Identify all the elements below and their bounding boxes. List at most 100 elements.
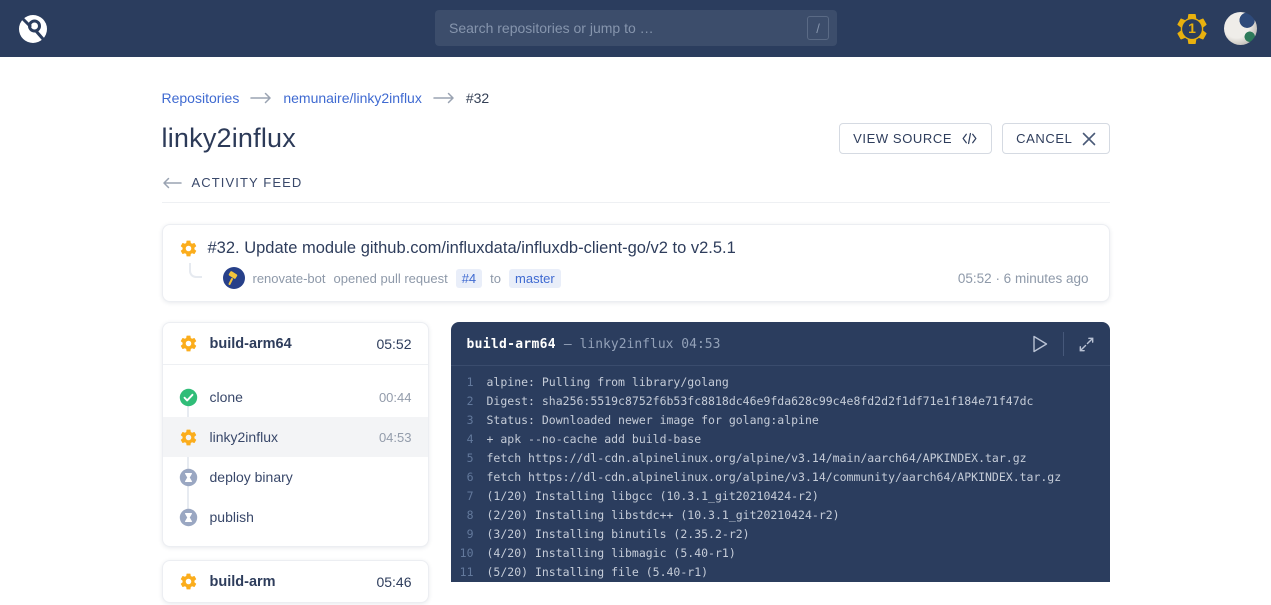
step-time: 04:53	[379, 430, 412, 445]
console-line-number: 6	[451, 468, 487, 487]
console-line: 1 alpine: Pulling from library/golang	[451, 373, 1110, 392]
page-title: linky2influx	[162, 123, 296, 154]
view-source-label: VIEW SOURCE	[853, 131, 952, 146]
activity-timestamp: 05:52 · 6 minutes ago	[958, 271, 1089, 286]
console-line-text: alpine: Pulling from library/golang	[487, 373, 729, 392]
code-icon	[961, 131, 978, 146]
success-status-icon	[179, 388, 198, 407]
pipeline-name: build-arm64	[210, 336, 292, 352]
view-source-button[interactable]: VIEW SOURCE	[839, 123, 992, 154]
pipeline-time: 05:52	[376, 336, 411, 352]
console-line-text: fetch https://dl-cdn.alpinelinux.org/alp…	[487, 449, 1027, 468]
console-line-number: 5	[451, 449, 487, 468]
console-line-text: (3/20) Installing binutils (2.35.2-r2)	[487, 525, 750, 544]
pipeline-step[interactable]: publish	[163, 497, 428, 537]
pipeline-name: build-arm	[210, 574, 276, 590]
running-builds-badge[interactable]: 1	[1174, 11, 1210, 47]
console-line-number: 3	[451, 411, 487, 430]
breadcrumb-item: #32	[466, 90, 489, 106]
pipeline-step[interactable]: clone 00:44	[163, 377, 428, 417]
step-time: 00:44	[379, 390, 412, 405]
pipeline-time: 05:46	[376, 574, 411, 590]
breadcrumb: Repositories nemunaire/linky2influx #32	[162, 90, 1110, 106]
console-line-number: 2	[451, 392, 487, 411]
console-line: 9 (3/20) Installing binutils (2.35.2-r2)	[451, 525, 1110, 544]
cancel-label: CANCEL	[1016, 131, 1072, 146]
activity-to-label: to	[490, 271, 501, 286]
search-shortcut-key: /	[807, 16, 829, 40]
pipeline-step[interactable]: linky2influx 04:53	[163, 417, 428, 457]
step-name: deploy binary	[210, 469, 293, 485]
running-status-icon	[179, 334, 198, 353]
console-line-number: 4	[451, 430, 487, 449]
step-name: clone	[210, 389, 243, 405]
close-icon	[1082, 132, 1096, 146]
console-line: 8 (2/20) Installing libstdc++ (10.3.1_gi…	[451, 506, 1110, 525]
breadcrumb-item[interactable]: nemunaire/linky2influx	[283, 90, 422, 106]
console-line: 4 + apk --no-cache add build-base	[451, 430, 1110, 449]
section-divider	[162, 202, 1110, 203]
pending-status-icon	[179, 508, 198, 527]
activity-feed-label: ACTIVITY FEED	[192, 175, 303, 190]
cancel-button[interactable]: CANCEL	[1002, 123, 1109, 154]
console-line: 3 Status: Downloaded newer image for gol…	[451, 411, 1110, 430]
console-log-output: 1 alpine: Pulling from library/golang 2 …	[451, 366, 1110, 582]
console-line-number: 9	[451, 525, 487, 544]
console-line: 2 Digest: sha256:5519c8752f6b53fc8818dc4…	[451, 392, 1110, 411]
console-line: 11 (5/20) Installing file (5.40-r1)	[451, 563, 1110, 582]
pipeline-header[interactable]: build-arm64 05:52	[163, 323, 428, 364]
running-status-icon	[179, 572, 198, 591]
breadcrumb-arrow-icon	[250, 92, 272, 104]
pipeline-card: build-arm 05:46	[162, 560, 429, 603]
console-line: 5 fetch https://dl-cdn.alpinelinux.org/a…	[451, 449, 1110, 468]
console-pipeline-name: build-arm64	[467, 337, 556, 352]
navbar: / 1	[0, 0, 1271, 57]
connector-elbow	[189, 263, 202, 278]
app-logo-icon[interactable]	[14, 10, 52, 48]
console-line-number: 8	[451, 506, 487, 525]
step-name: linky2influx	[210, 429, 278, 445]
pending-status-icon	[179, 468, 198, 487]
console-line-text: (1/20) Installing libgcc (10.3.1_git2021…	[487, 487, 819, 506]
breadcrumb-arrow-icon	[433, 92, 455, 104]
user-avatar[interactable]	[1224, 12, 1257, 45]
console-line-text: + apk --no-cache add build-base	[487, 430, 702, 449]
pr-number-chip[interactable]: #4	[456, 269, 482, 288]
activity-feed-back-link[interactable]: ACTIVITY FEED	[162, 175, 1110, 190]
console-line-text: fetch https://dl-cdn.alpinelinux.org/alp…	[487, 468, 1062, 487]
arrow-left-icon	[162, 177, 182, 189]
running-status-icon	[179, 428, 198, 447]
step-name: publish	[210, 509, 254, 525]
branch-chip[interactable]: master	[509, 269, 561, 288]
console-line-number: 11	[451, 563, 487, 582]
pipeline-card: build-arm64 05:52 clone 00:44 linky2infl…	[162, 322, 429, 547]
running-builds-count: 1	[1174, 11, 1210, 47]
search-box[interactable]: /	[435, 10, 837, 46]
build-running-gear-icon	[179, 238, 198, 259]
console-line-number: 1	[451, 373, 487, 392]
console-line-number: 7	[451, 487, 487, 506]
search-input[interactable]	[449, 20, 807, 36]
fullscreen-expand-icon[interactable]	[1077, 335, 1096, 354]
pipeline-step[interactable]: deploy binary	[163, 457, 428, 497]
breadcrumb-item[interactable]: Repositories	[162, 90, 240, 106]
follow-logs-play-icon[interactable]	[1026, 332, 1050, 356]
console-line-text: (4/20) Installing libmagic (5.40-r1)	[487, 544, 736, 563]
console-line: 6 fetch https://dl-cdn.alpinelinux.org/a…	[451, 468, 1110, 487]
console-line: 7 (1/20) Installing libgcc (10.3.1_git20…	[451, 487, 1110, 506]
build-activity-card[interactable]: #32. Update module github.com/influxdata…	[162, 224, 1110, 302]
console-line-text: Digest: sha256:5519c8752f6b53fc8818dc46e…	[487, 392, 1034, 411]
activity-author: renovate-bot	[253, 271, 326, 286]
console-header: build-arm64 – linky2influx 04:53	[451, 322, 1110, 366]
console-line-text: Status: Downloaded newer image for golan…	[487, 411, 819, 430]
renovate-bot-avatar	[223, 267, 245, 289]
pipeline-steps-list: clone 00:44 linky2influx 04:53 deploy bi…	[163, 364, 428, 546]
build-title: #32. Update module github.com/influxdata…	[208, 239, 736, 258]
console-step-info: – linky2influx 04:53	[564, 337, 721, 352]
pipeline-sidebar: build-arm64 05:52 clone 00:44 linky2infl…	[162, 322, 429, 603]
console-line-number: 10	[451, 544, 487, 563]
console-line-text: (2/20) Installing libstdc++ (10.3.1_git2…	[487, 506, 840, 525]
activity-action: opened pull request	[334, 271, 448, 286]
pipeline-header[interactable]: build-arm 05:46	[163, 561, 428, 602]
console-line: 10 (4/20) Installing libmagic (5.40-r1)	[451, 544, 1110, 563]
